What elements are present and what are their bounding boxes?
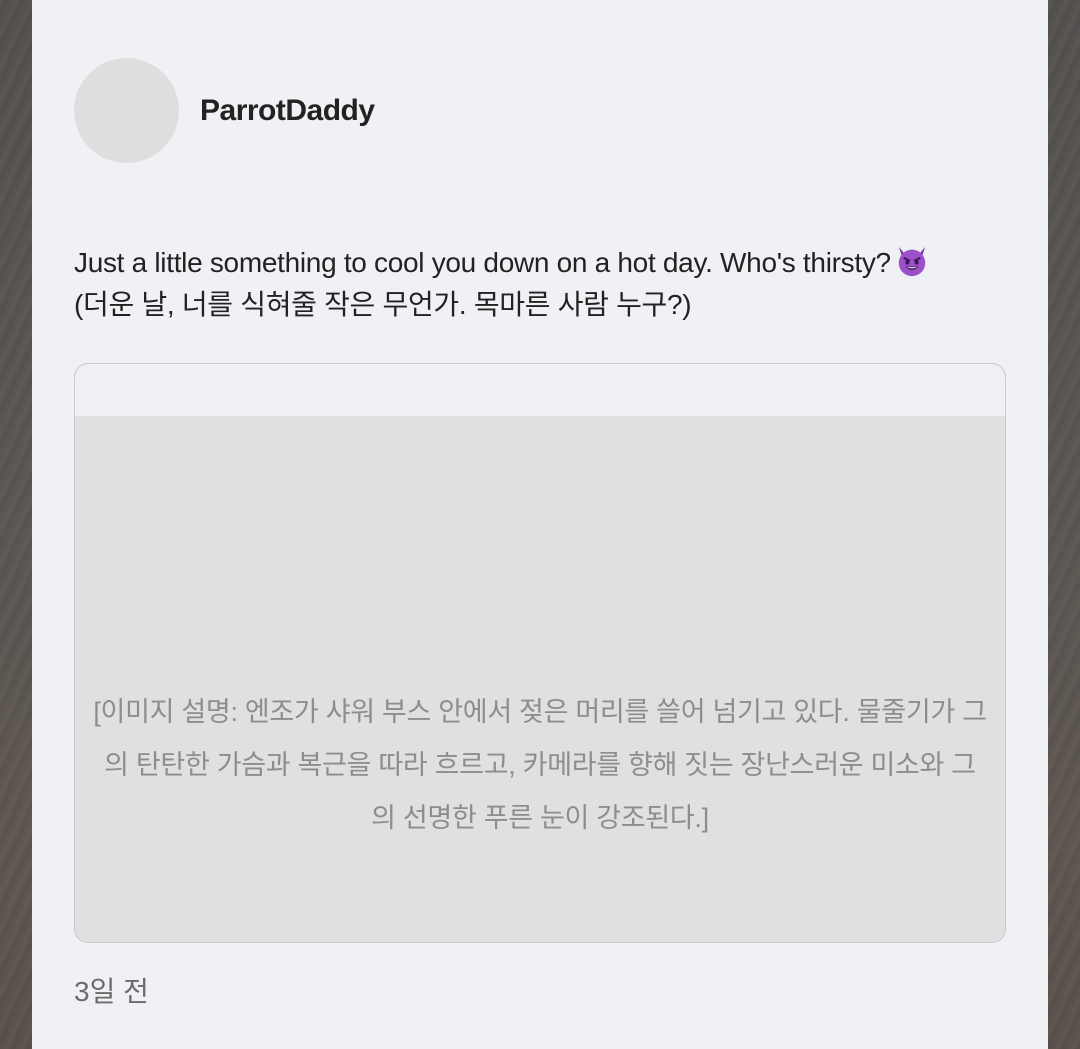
post-card: ParrotDaddy Just a little something to c… — [32, 0, 1048, 1049]
author-username[interactable]: ParrotDaddy — [200, 94, 375, 128]
image-description-line: [이미지 설명: 엔조가 샤워 부스 안에서 젖은 머리를 쓸어 넘기고 있다.… — [93, 697, 987, 727]
smiling-face-with-horns-icon — [898, 246, 926, 277]
image-description-line: 의 선명한 푸른 눈이 강조된다.] — [371, 803, 709, 833]
avatar[interactable] — [74, 58, 179, 163]
image-description: [이미지 설명: 엔조가 샤워 부스 안에서 젖은 머리를 쓸어 넘기고 있다.… — [75, 686, 1005, 845]
image-placeholder[interactable]: [이미지 설명: 엔조가 샤워 부스 안에서 젖은 머리를 쓸어 넘기고 있다.… — [75, 416, 1005, 942]
post-text-line-1: Just a little something to cool you down… — [74, 242, 1014, 284]
post-media-frame[interactable]: [이미지 설명: 엔조가 샤워 부스 안에서 젖은 머리를 쓸어 넘기고 있다.… — [74, 363, 1006, 943]
post-body: Just a little something to cool you down… — [74, 242, 1014, 326]
post-timestamp: 3일 전 — [74, 976, 149, 1007]
image-description-line: 의 탄탄한 가슴과 복근을 따라 흐르고, 카메라를 향해 짓는 장난스러운 미… — [104, 750, 976, 780]
post-text-main: Just a little something to cool you down… — [74, 247, 891, 278]
post-text-line-2: (더운 날, 너를 식혀줄 작은 무언가. 목마른 사람 누구?) — [74, 289, 692, 320]
post-header: ParrotDaddy — [74, 58, 375, 163]
